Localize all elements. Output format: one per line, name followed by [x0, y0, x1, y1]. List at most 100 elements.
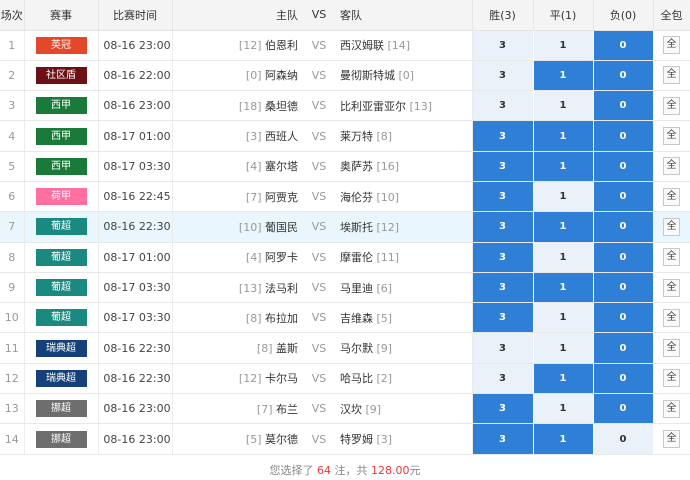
option-draw-button[interactable]: 1	[533, 363, 594, 395]
header-away: 客队	[334, 0, 473, 31]
league-badge[interactable]: 社区盾	[35, 66, 87, 84]
option-lose-button[interactable]: 0	[593, 90, 654, 122]
option-lose-button[interactable]: 0	[593, 211, 654, 243]
select-all-button[interactable]: 全	[663, 339, 680, 358]
option-draw-button[interactable]: 1	[533, 30, 594, 61]
match-number: 9	[0, 272, 25, 304]
option-win-button[interactable]: 3	[472, 363, 534, 395]
select-all-button[interactable]: 全	[663, 248, 680, 267]
vs-label: VS	[304, 363, 334, 395]
away-rank: [9]	[365, 402, 382, 416]
option-win-button[interactable]: 3	[472, 30, 534, 61]
option-lose-button[interactable]: 0	[593, 120, 654, 152]
home-team: 桑坦德	[265, 99, 298, 113]
option-draw-button[interactable]: 1	[533, 151, 594, 182]
option-draw-button[interactable]: 1	[533, 332, 594, 364]
away-team: 特罗姆	[340, 433, 373, 446]
home-rank: [10]	[238, 220, 262, 234]
table-row: 2 社区盾 08-16 22:00 [0] 阿森纳 VS 曼彻斯特城 [0] 3 1 0 全	[0, 60, 690, 92]
option-draw-button[interactable]: 1	[533, 60, 594, 92]
league-badge[interactable]: 西甲	[35, 127, 87, 145]
option-win-button[interactable]: 3	[472, 90, 534, 122]
vs-label: VS	[304, 60, 334, 92]
select-all-button[interactable]: 全	[663, 369, 680, 388]
option-win-button[interactable]: 3	[472, 181, 534, 213]
home-rank: [0]	[245, 69, 262, 83]
league-badge[interactable]: 英冠	[35, 36, 87, 54]
option-draw-button[interactable]: 1	[533, 393, 594, 425]
home-team: 布拉加	[265, 311, 298, 325]
match-table: 场次 赛事 比赛时间 主队 VS 客队 胜(3) 平(1) 负(0) 全包 1英…	[0, 0, 690, 455]
away-team: 莱万特	[340, 130, 373, 144]
option-lose-button[interactable]: 0	[593, 30, 654, 61]
select-all-button[interactable]: 全	[663, 399, 680, 418]
select-all-button[interactable]: 全	[663, 66, 680, 85]
option-win-button[interactable]: 3	[472, 60, 534, 92]
select-all-button[interactable]: 全	[663, 278, 680, 297]
league-badge[interactable]: 葡超	[35, 218, 87, 236]
select-all-button[interactable]: 全	[663, 187, 680, 206]
option-draw-button[interactable]: 1	[533, 302, 594, 334]
option-lose-button[interactable]: 0	[593, 302, 654, 334]
away-team: 哈马比	[340, 372, 373, 386]
away-team: 海伦芬	[340, 190, 373, 204]
match-time: 08-16 23:00	[98, 393, 173, 425]
option-draw-button[interactable]: 1	[533, 211, 594, 243]
select-all-button[interactable]: 全	[663, 36, 680, 55]
away-team: 西汉姆联	[340, 39, 384, 53]
league-badge[interactable]: 西甲	[35, 157, 87, 175]
option-win-button[interactable]: 3	[472, 242, 534, 273]
option-lose-button[interactable]: 0	[593, 393, 654, 425]
option-draw-button[interactable]: 1	[533, 423, 594, 455]
away-rank: [3]	[376, 433, 393, 446]
home-rank: [12]	[238, 39, 262, 53]
select-all-button[interactable]: 全	[663, 157, 680, 176]
option-draw-button[interactable]: 1	[533, 181, 594, 213]
option-lose-button[interactable]: 0	[593, 363, 654, 395]
match-number: 10	[0, 302, 25, 334]
home-rank: [7]	[245, 190, 262, 204]
match-number: 5	[0, 151, 25, 182]
league-badge[interactable]: 葡超	[35, 248, 87, 266]
option-lose-button[interactable]: 0	[593, 151, 654, 182]
option-lose-button[interactable]: 0	[593, 60, 654, 92]
away-team: 马尔默	[340, 342, 373, 356]
option-draw-button[interactable]: 1	[533, 242, 594, 273]
league-badge[interactable]: 瑞典超	[35, 339, 87, 357]
vs-label: VS	[304, 423, 334, 455]
league-badge[interactable]: 西甲	[35, 97, 87, 115]
option-lose-button[interactable]: 0	[593, 423, 654, 455]
home-team: 盖斯	[276, 342, 298, 356]
option-win-button[interactable]: 3	[472, 211, 534, 243]
select-all-button[interactable]: 全	[663, 127, 680, 146]
option-win-button[interactable]: 3	[472, 151, 534, 182]
option-win-button[interactable]: 3	[472, 272, 534, 304]
option-lose-button[interactable]: 0	[593, 332, 654, 364]
league-badge[interactable]: 瑞典超	[35, 369, 87, 387]
home-rank: [4]	[245, 160, 262, 174]
home-rank: [3]	[245, 130, 262, 144]
match-time: 08-16 23:00	[98, 90, 173, 122]
option-win-button[interactable]: 3	[472, 120, 534, 152]
league-badge[interactable]: 荷甲	[35, 188, 87, 206]
option-draw-button[interactable]: 1	[533, 272, 594, 304]
select-all-button[interactable]: 全	[663, 308, 680, 327]
option-win-button[interactable]: 3	[472, 302, 534, 334]
select-all-button[interactable]: 全	[663, 430, 680, 448]
option-lose-button[interactable]: 0	[593, 272, 654, 304]
option-win-button[interactable]: 3	[472, 393, 534, 425]
league-badge[interactable]: 挪超	[35, 430, 87, 448]
option-win-button[interactable]: 3	[472, 332, 534, 364]
league-badge[interactable]: 挪超	[35, 400, 87, 418]
option-draw-button[interactable]: 1	[533, 90, 594, 122]
summary-mid: 注，共	[334, 464, 368, 477]
league-badge[interactable]: 葡超	[35, 279, 87, 297]
select-all-button[interactable]: 全	[663, 96, 680, 115]
select-all-button[interactable]: 全	[663, 217, 680, 236]
option-win-button[interactable]: 3	[472, 423, 534, 455]
option-lose-button[interactable]: 0	[593, 181, 654, 213]
league-badge[interactable]: 葡超	[35, 309, 87, 327]
option-draw-button[interactable]: 1	[533, 120, 594, 152]
table-row: 8 葡超 08-17 01:00 [4] 阿罗卡 VS 摩雷伦 [11] 3 1 0 全	[0, 242, 690, 273]
option-lose-button[interactable]: 0	[593, 242, 654, 273]
